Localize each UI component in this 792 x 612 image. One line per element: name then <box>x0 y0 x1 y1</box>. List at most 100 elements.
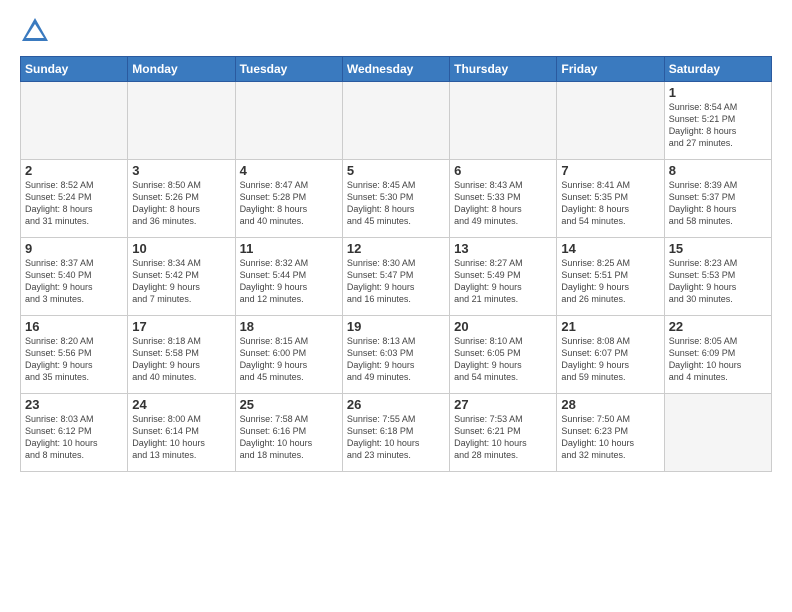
day-info: Sunrise: 8:45 AM Sunset: 5:30 PM Dayligh… <box>347 179 445 228</box>
day-number: 10 <box>132 241 230 256</box>
calendar-week-row: 23Sunrise: 8:03 AM Sunset: 6:12 PM Dayli… <box>21 394 772 472</box>
calendar-cell <box>664 394 771 472</box>
day-info: Sunrise: 8:39 AM Sunset: 5:37 PM Dayligh… <box>669 179 767 228</box>
day-info: Sunrise: 7:50 AM Sunset: 6:23 PM Dayligh… <box>561 413 659 462</box>
day-info: Sunrise: 8:05 AM Sunset: 6:09 PM Dayligh… <box>669 335 767 384</box>
day-number: 16 <box>25 319 123 334</box>
calendar-cell: 2Sunrise: 8:52 AM Sunset: 5:24 PM Daylig… <box>21 160 128 238</box>
day-number: 26 <box>347 397 445 412</box>
day-info: Sunrise: 8:23 AM Sunset: 5:53 PM Dayligh… <box>669 257 767 306</box>
calendar-day-header: Sunday <box>21 57 128 82</box>
day-info: Sunrise: 7:58 AM Sunset: 6:16 PM Dayligh… <box>240 413 338 462</box>
day-number: 1 <box>669 85 767 100</box>
calendar-week-row: 2Sunrise: 8:52 AM Sunset: 5:24 PM Daylig… <box>21 160 772 238</box>
day-info: Sunrise: 8:03 AM Sunset: 6:12 PM Dayligh… <box>25 413 123 462</box>
day-number: 15 <box>669 241 767 256</box>
calendar-cell <box>450 82 557 160</box>
day-number: 19 <box>347 319 445 334</box>
calendar-cell: 6Sunrise: 8:43 AM Sunset: 5:33 PM Daylig… <box>450 160 557 238</box>
day-info: Sunrise: 8:18 AM Sunset: 5:58 PM Dayligh… <box>132 335 230 384</box>
calendar-cell: 23Sunrise: 8:03 AM Sunset: 6:12 PM Dayli… <box>21 394 128 472</box>
day-number: 23 <box>25 397 123 412</box>
calendar-cell: 8Sunrise: 8:39 AM Sunset: 5:37 PM Daylig… <box>664 160 771 238</box>
calendar-cell: 4Sunrise: 8:47 AM Sunset: 5:28 PM Daylig… <box>235 160 342 238</box>
day-number: 24 <box>132 397 230 412</box>
day-number: 13 <box>454 241 552 256</box>
day-info: Sunrise: 8:47 AM Sunset: 5:28 PM Dayligh… <box>240 179 338 228</box>
header <box>20 16 772 46</box>
calendar-cell: 10Sunrise: 8:34 AM Sunset: 5:42 PM Dayli… <box>128 238 235 316</box>
day-number: 20 <box>454 319 552 334</box>
calendar-cell: 26Sunrise: 7:55 AM Sunset: 6:18 PM Dayli… <box>342 394 449 472</box>
day-number: 27 <box>454 397 552 412</box>
day-info: Sunrise: 8:32 AM Sunset: 5:44 PM Dayligh… <box>240 257 338 306</box>
day-number: 25 <box>240 397 338 412</box>
day-number: 4 <box>240 163 338 178</box>
calendar-day-header: Monday <box>128 57 235 82</box>
calendar-cell <box>21 82 128 160</box>
day-info: Sunrise: 8:54 AM Sunset: 5:21 PM Dayligh… <box>669 101 767 150</box>
calendar-cell: 21Sunrise: 8:08 AM Sunset: 6:07 PM Dayli… <box>557 316 664 394</box>
day-info: Sunrise: 8:13 AM Sunset: 6:03 PM Dayligh… <box>347 335 445 384</box>
calendar-cell: 24Sunrise: 8:00 AM Sunset: 6:14 PM Dayli… <box>128 394 235 472</box>
day-info: Sunrise: 8:10 AM Sunset: 6:05 PM Dayligh… <box>454 335 552 384</box>
day-info: Sunrise: 8:20 AM Sunset: 5:56 PM Dayligh… <box>25 335 123 384</box>
day-info: Sunrise: 8:41 AM Sunset: 5:35 PM Dayligh… <box>561 179 659 228</box>
calendar-cell: 27Sunrise: 7:53 AM Sunset: 6:21 PM Dayli… <box>450 394 557 472</box>
day-number: 9 <box>25 241 123 256</box>
day-number: 21 <box>561 319 659 334</box>
day-number: 28 <box>561 397 659 412</box>
day-info: Sunrise: 8:25 AM Sunset: 5:51 PM Dayligh… <box>561 257 659 306</box>
calendar-cell: 20Sunrise: 8:10 AM Sunset: 6:05 PM Dayli… <box>450 316 557 394</box>
day-number: 5 <box>347 163 445 178</box>
page: SundayMondayTuesdayWednesdayThursdayFrid… <box>0 0 792 612</box>
calendar-cell: 16Sunrise: 8:20 AM Sunset: 5:56 PM Dayli… <box>21 316 128 394</box>
calendar-day-header: Saturday <box>664 57 771 82</box>
calendar-cell: 22Sunrise: 8:05 AM Sunset: 6:09 PM Dayli… <box>664 316 771 394</box>
calendar-cell: 17Sunrise: 8:18 AM Sunset: 5:58 PM Dayli… <box>128 316 235 394</box>
calendar-cell: 19Sunrise: 8:13 AM Sunset: 6:03 PM Dayli… <box>342 316 449 394</box>
calendar-table: SundayMondayTuesdayWednesdayThursdayFrid… <box>20 56 772 472</box>
day-number: 18 <box>240 319 338 334</box>
day-info: Sunrise: 8:50 AM Sunset: 5:26 PM Dayligh… <box>132 179 230 228</box>
day-number: 8 <box>669 163 767 178</box>
day-info: Sunrise: 7:55 AM Sunset: 6:18 PM Dayligh… <box>347 413 445 462</box>
calendar-cell: 14Sunrise: 8:25 AM Sunset: 5:51 PM Dayli… <box>557 238 664 316</box>
calendar-cell <box>235 82 342 160</box>
calendar-week-row: 9Sunrise: 8:37 AM Sunset: 5:40 PM Daylig… <box>21 238 772 316</box>
calendar-day-header: Friday <box>557 57 664 82</box>
calendar-cell: 3Sunrise: 8:50 AM Sunset: 5:26 PM Daylig… <box>128 160 235 238</box>
calendar-cell: 7Sunrise: 8:41 AM Sunset: 5:35 PM Daylig… <box>557 160 664 238</box>
day-info: Sunrise: 8:43 AM Sunset: 5:33 PM Dayligh… <box>454 179 552 228</box>
calendar-cell: 9Sunrise: 8:37 AM Sunset: 5:40 PM Daylig… <box>21 238 128 316</box>
day-number: 17 <box>132 319 230 334</box>
calendar-cell: 5Sunrise: 8:45 AM Sunset: 5:30 PM Daylig… <box>342 160 449 238</box>
logo-icon <box>20 16 50 46</box>
calendar-week-row: 1Sunrise: 8:54 AM Sunset: 5:21 PM Daylig… <box>21 82 772 160</box>
calendar-cell: 15Sunrise: 8:23 AM Sunset: 5:53 PM Dayli… <box>664 238 771 316</box>
day-info: Sunrise: 8:00 AM Sunset: 6:14 PM Dayligh… <box>132 413 230 462</box>
calendar-cell: 11Sunrise: 8:32 AM Sunset: 5:44 PM Dayli… <box>235 238 342 316</box>
day-number: 11 <box>240 241 338 256</box>
calendar-header-row: SundayMondayTuesdayWednesdayThursdayFrid… <box>21 57 772 82</box>
day-info: Sunrise: 8:52 AM Sunset: 5:24 PM Dayligh… <box>25 179 123 228</box>
day-number: 22 <box>669 319 767 334</box>
calendar-cell <box>557 82 664 160</box>
calendar-cell: 25Sunrise: 7:58 AM Sunset: 6:16 PM Dayli… <box>235 394 342 472</box>
calendar-cell: 28Sunrise: 7:50 AM Sunset: 6:23 PM Dayli… <box>557 394 664 472</box>
day-number: 6 <box>454 163 552 178</box>
day-info: Sunrise: 8:37 AM Sunset: 5:40 PM Dayligh… <box>25 257 123 306</box>
day-number: 12 <box>347 241 445 256</box>
calendar-day-header: Wednesday <box>342 57 449 82</box>
day-info: Sunrise: 8:08 AM Sunset: 6:07 PM Dayligh… <box>561 335 659 384</box>
day-info: Sunrise: 8:15 AM Sunset: 6:00 PM Dayligh… <box>240 335 338 384</box>
calendar-day-header: Tuesday <box>235 57 342 82</box>
day-info: Sunrise: 8:27 AM Sunset: 5:49 PM Dayligh… <box>454 257 552 306</box>
calendar-cell: 12Sunrise: 8:30 AM Sunset: 5:47 PM Dayli… <box>342 238 449 316</box>
calendar-day-header: Thursday <box>450 57 557 82</box>
day-info: Sunrise: 8:34 AM Sunset: 5:42 PM Dayligh… <box>132 257 230 306</box>
calendar-cell <box>342 82 449 160</box>
logo <box>20 16 54 46</box>
calendar-cell: 18Sunrise: 8:15 AM Sunset: 6:00 PM Dayli… <box>235 316 342 394</box>
calendar-cell: 13Sunrise: 8:27 AM Sunset: 5:49 PM Dayli… <box>450 238 557 316</box>
